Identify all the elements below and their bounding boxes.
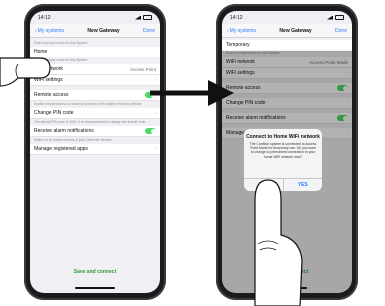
tapping-finger-icon xyxy=(254,179,303,306)
pointing-hand-icon xyxy=(0,57,51,87)
arrow-right-icon xyxy=(150,80,234,106)
illustration-overlay xyxy=(0,57,303,306)
